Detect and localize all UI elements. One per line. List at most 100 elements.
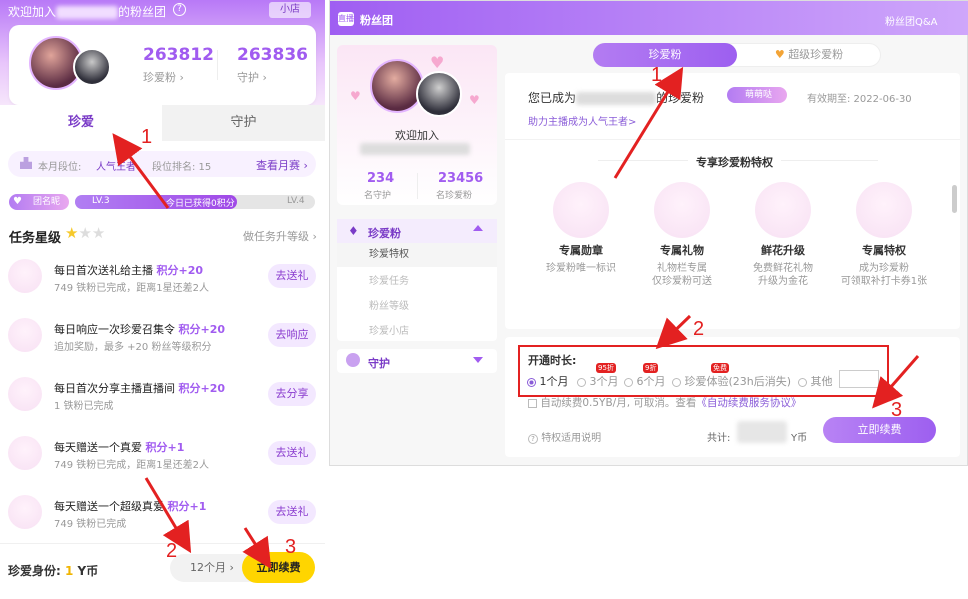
task-sub: 1 铁粉已完成 — [54, 401, 114, 412]
option-6-month[interactable]: 6个月 — [624, 373, 666, 389]
annotation-label: 2 — [166, 540, 178, 562]
privilege-desc: 仅珍爱粉可送 — [652, 276, 712, 287]
task-title-text: 每天赠送一个真爱 — [54, 441, 142, 454]
task-points: 积分+20 — [178, 382, 226, 395]
help-circle-icon: ? — [528, 434, 538, 444]
task-title-text: 每日响应一次珍爱召集令 — [54, 323, 175, 336]
heart-deco-icon: ♥ — [430, 53, 445, 72]
tab-guard[interactable]: 守护 — [162, 105, 325, 141]
nav-love-label: 珍爱粉 — [368, 227, 401, 240]
today-points: 今日已获得0积分 — [166, 199, 235, 209]
privilege-note[interactable]: ? 特权适用说明 — [528, 429, 601, 444]
chevron-up-icon[interactable] — [473, 225, 483, 231]
qa-link[interactable]: 粉丝团Q&A — [885, 13, 938, 28]
scrollbar[interactable] — [952, 185, 957, 213]
privilege-name: 专属勋章 — [559, 244, 603, 257]
privilege-name: 鲜花升级 — [761, 244, 805, 257]
view-monthly-link[interactable]: 查看月赛 › — [256, 157, 308, 173]
task-action-button[interactable]: 去分享 — [268, 382, 316, 406]
profile-welcome: 欢迎加入 — [395, 129, 439, 142]
task-title: 任务星级 — [9, 231, 62, 246]
option-1-month[interactable]: 1个月 — [527, 373, 569, 389]
task-action-button[interactable]: 去送礼 — [268, 500, 316, 524]
help-icon[interactable]: ? — [173, 3, 186, 16]
renew-button-right[interactable]: 立即续费 — [823, 417, 936, 443]
heart-badge-icon: ♥ — [13, 196, 22, 207]
sidebar-item-shop[interactable]: 珍爱小店 — [369, 322, 409, 337]
tab-love-fans[interactable]: 珍爱粉 — [593, 43, 737, 67]
star-icon: ★ — [78, 224, 92, 242]
identity-line: 珍爱身份: 1 Y币 — [8, 564, 99, 578]
task-points: 积分+1 — [167, 500, 207, 513]
list-item: 每日首次送礼给主播 积分+20 749 铁粉已完成，距离1星还差2人 去送礼 — [0, 252, 325, 311]
level-next: LV.4 — [287, 196, 305, 206]
task-points: 积分+20 — [178, 323, 226, 336]
agreement-link[interactable]: 《自动续费服务协议》 — [696, 397, 801, 409]
help-link[interactable]: 助力主播成为人气王者> — [528, 113, 636, 128]
profile-name-blur — [360, 143, 470, 155]
stat-guard-label: 名守护 — [364, 191, 392, 201]
right-window: 直播 粉丝团 粉丝团Q&A ♥ ♥ ♥ 欢迎加入 234 名守护 23456 名… — [329, 0, 968, 466]
section-divider — [505, 139, 960, 140]
privilege-desc: 珍爱粉唯一标识 — [546, 263, 616, 274]
duration-label: 开通时长: — [528, 354, 577, 367]
radio[interactable] — [624, 377, 633, 387]
star-icon: ★ — [65, 224, 79, 242]
shop-button[interactable]: 小店 — [269, 2, 311, 18]
app-logo-icon: 直播 — [338, 12, 354, 26]
tab-super-fans[interactable]: ♥ 超级珍爱粉 — [737, 43, 881, 67]
option-3-month[interactable]: 3个月 — [577, 373, 619, 389]
fans-label[interactable]: 珍爱粉 › — [143, 69, 184, 85]
radio-checked[interactable] — [527, 377, 536, 387]
renew-button[interactable]: 立即续费 — [242, 552, 315, 583]
stats-divider — [217, 50, 218, 80]
became-line: 您已成为 的珍爱粉 — [528, 91, 705, 105]
privilege-desc: 升级为金花 — [758, 276, 808, 287]
task-action-button[interactable]: 去送礼 — [268, 264, 316, 288]
list-item: 每天赠送一个真爱 积分+1 749 铁粉已完成，距离1星还差2人 去送礼 — [0, 429, 325, 488]
radio[interactable] — [672, 377, 681, 387]
nav-guard-label: 守护 — [368, 357, 390, 370]
option-trial[interactable]: 珍爱体验(23h后消失) — [672, 373, 791, 389]
task-icon — [8, 495, 42, 529]
tag-free: 免费 — [711, 363, 729, 373]
total-amount-blur — [737, 421, 787, 443]
task-icon — [8, 259, 42, 293]
task-action-button[interactable]: 去响应 — [268, 323, 316, 347]
nav-love-header[interactable] — [337, 219, 497, 243]
task-icon — [8, 318, 42, 352]
title-bar — [330, 1, 968, 35]
checkbox[interactable] — [528, 398, 537, 408]
tag-95: 95折 — [596, 363, 616, 373]
guard-icon — [346, 353, 360, 367]
sidebar-item-privilege[interactable]: 珍爱特权 — [337, 243, 497, 267]
heart-deco-icon: ♥ — [350, 89, 361, 103]
annotation-label: 2 — [693, 318, 705, 340]
other-amount-input[interactable] — [839, 370, 879, 388]
auto-renew[interactable]: 自动续费0.5YB/月, 可取消。查看《自动续费服务协议》 — [528, 395, 801, 410]
window-title: 粉丝团 — [360, 14, 393, 27]
heart-icon: ♥ — [774, 48, 785, 61]
task-sub: 749 铁粉已完成，距离1星还差2人 — [54, 283, 209, 294]
total-unit: Y币 — [791, 433, 808, 444]
left-panel: 欢迎加入 的粉丝团 ? 小店 263812 珍爱粉 › 263836 守护 › 珍… — [0, 0, 325, 599]
tab-love[interactable]: 珍爱 — [0, 105, 162, 141]
sidebar-item-level[interactable]: 粉丝等级 — [369, 297, 409, 312]
privilege-special-icon — [856, 182, 912, 238]
sidebar-item-tasks[interactable]: 珍爱任务 — [369, 272, 409, 287]
list-item: 每天赠送一个超级真爱 积分+1 749 铁粉已完成 去送礼 — [0, 488, 325, 547]
task-action-button[interactable]: 去送礼 — [268, 441, 316, 465]
stat-divider — [417, 173, 418, 199]
radio[interactable] — [798, 377, 807, 387]
task-sub: 749 铁粉已完成，距离1星还差2人 — [54, 460, 209, 471]
radio[interactable] — [577, 377, 586, 387]
star-icon: ★ — [91, 224, 106, 242]
guard-label[interactable]: 守护 › — [237, 69, 267, 85]
annotation-label: 1 — [141, 126, 153, 148]
option-other[interactable]: 其他 — [798, 373, 833, 389]
privilege-medal-icon — [553, 182, 609, 238]
stat-fans-num: 23456 — [438, 171, 484, 186]
chevron-down-icon[interactable] — [473, 357, 483, 363]
task-more-link[interactable]: 做任务升等级 › — [243, 228, 317, 244]
total-label: 共计: — [707, 433, 731, 444]
